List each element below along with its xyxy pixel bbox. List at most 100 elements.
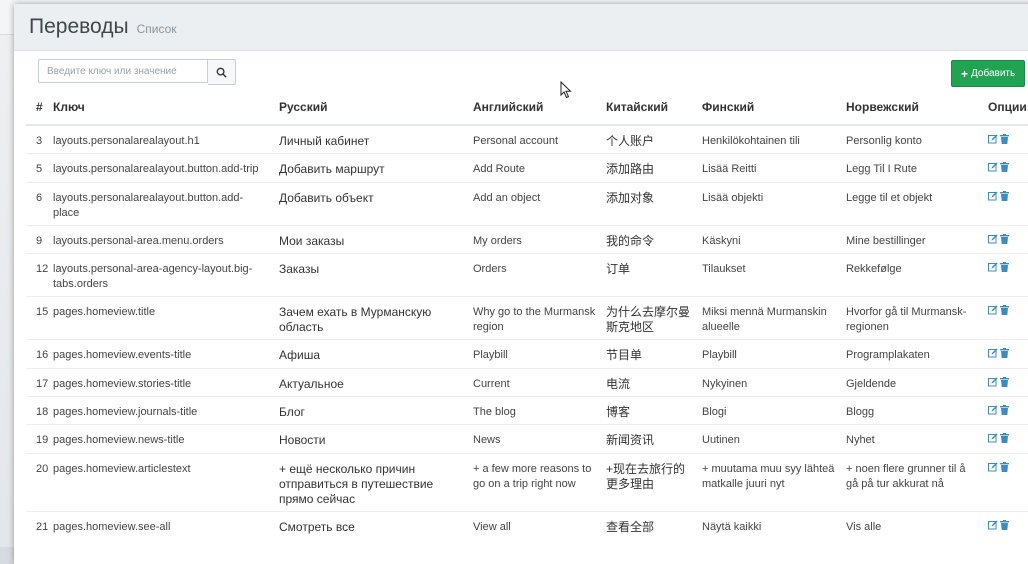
cell-ru: Смотреть все [274, 510, 468, 540]
column-header-zh[interactable]: Китайский [601, 90, 697, 126]
cell-en: Why go to the Murmansk region [468, 296, 601, 340]
cell-options [983, 367, 1028, 397]
edit-icon[interactable] [988, 162, 998, 177]
cell-key: layouts.personalarealayout.button.add-pl… [48, 181, 274, 226]
table-row: 6 layouts.personalarealayout.button.add-p… [26, 181, 1028, 226]
cell-no: Hvorfor gå til Murmansk-regionen [841, 296, 983, 340]
cell-en: Current [468, 367, 601, 397]
table-header-row: # Ключ Русский Английский Китайский Финс… [26, 90, 1028, 126]
cell-no: Vis alle [841, 510, 983, 540]
cell-num: 18 [26, 396, 48, 425]
cell-fi: Näytä kaikki [697, 510, 841, 540]
cell-ru: Блог [274, 396, 468, 425]
table-row: 15 pages.homeview.title Зачем ехать в Мурм… [26, 296, 1028, 340]
trash-icon[interactable] [1000, 348, 1009, 363]
cell-no: Legge til et objekt [841, 181, 983, 226]
cell-options [983, 424, 1028, 454]
table-row: 9 layouts.personal-area.menu.orders Мои за… [26, 224, 1028, 254]
search-input[interactable] [38, 59, 208, 83]
table-row: 18 pages.homeview.journals-title Блог The b… [26, 396, 1028, 425]
add-button[interactable]: + Добавить [951, 60, 1026, 87]
cell-ru: Заказы [274, 253, 468, 297]
edit-icon[interactable] [988, 348, 998, 363]
cell-options [983, 224, 1028, 254]
cell-key: layouts.personalarealayout.h1 [48, 124, 274, 154]
cell-zh: +现在去旅行的更多理由 [601, 452, 697, 512]
cell-options [983, 339, 1028, 369]
cell-zh: 添加路由 [601, 153, 697, 183]
cell-fi: Playbill [697, 339, 841, 369]
column-header-no[interactable]: Норвежский [841, 90, 983, 126]
edit-icon[interactable] [988, 262, 998, 277]
cell-options [983, 452, 1028, 512]
edit-icon[interactable] [988, 234, 998, 249]
edit-icon[interactable] [988, 405, 998, 420]
cell-zh: 电流 [601, 367, 697, 397]
column-header-fi[interactable]: Финский [697, 90, 841, 126]
trash-icon[interactable] [1000, 305, 1009, 320]
search-button[interactable] [208, 59, 236, 85]
trash-icon[interactable] [1000, 405, 1009, 420]
trash-icon[interactable] [1000, 433, 1009, 448]
cell-no: + noen flere grunner til å gå på tur akk… [841, 452, 983, 512]
cell-fi: Lisää objekti [697, 181, 841, 226]
cell-en: Add Route [468, 153, 601, 183]
table-row: 12 layouts.personal-area-agency-layout.bi… [26, 253, 1028, 297]
cell-en: View all [468, 510, 601, 540]
edit-icon[interactable] [988, 305, 998, 320]
table-row: 17 pages.homeview.stories-title Актуальное… [26, 367, 1028, 397]
page-header: Переводы Список [14, 4, 1028, 51]
cell-fi: Tilaukset [697, 253, 841, 297]
edit-icon[interactable] [988, 433, 998, 448]
trash-icon[interactable] [1000, 461, 1009, 477]
trash-icon[interactable] [1000, 262, 1009, 277]
toolbar: + Добавить [14, 51, 1028, 99]
cell-no: Blogg [841, 396, 983, 425]
cell-options [983, 510, 1028, 540]
cell-ru: Новости [274, 424, 468, 454]
cell-zh: 新闻资讯 [601, 424, 697, 454]
trash-icon[interactable] [1000, 519, 1009, 535]
trash-icon[interactable] [1000, 376, 1009, 392]
cell-num: 9 [26, 224, 48, 254]
table-row: 21 pages.homeview.see-all Смотреть все View… [26, 510, 1028, 540]
trash-icon[interactable] [1000, 233, 1009, 249]
edit-icon[interactable] [988, 134, 998, 149]
cell-key: pages.homeview.news-title [48, 424, 274, 454]
cell-ru: + ещё несколько причин отправиться в пут… [274, 452, 468, 512]
edit-icon[interactable] [988, 462, 998, 477]
table-row: 16 pages.homeview.events-title Афиша Playbi… [26, 339, 1028, 369]
cell-fi: + muutama muu syy lähteä matkalle juuri … [697, 452, 841, 512]
cell-en: Orders [468, 253, 601, 297]
cell-zh: 个人账户 [601, 124, 697, 154]
column-header-key[interactable]: Ключ [48, 90, 274, 126]
cell-options [983, 296, 1028, 340]
column-header-num: # [26, 90, 48, 126]
cell-num: 5 [26, 153, 48, 183]
cell-ru: Личный кабинет [274, 124, 468, 154]
edit-icon[interactable] [988, 377, 998, 392]
cell-en: + a few more reasons to go on a trip rig… [468, 452, 601, 512]
cell-ru: Актуальное [274, 367, 468, 397]
cell-key: pages.homeview.articlestext [48, 452, 274, 512]
cell-num: 17 [26, 367, 48, 397]
translations-table: # Ключ Русский Английский Китайский Финс… [26, 90, 1028, 540]
column-header-en[interactable]: Английский [468, 90, 601, 126]
edit-icon[interactable] [988, 191, 998, 206]
trash-icon[interactable] [1000, 190, 1009, 206]
cell-no: Personlig konto [841, 124, 983, 154]
edit-icon[interactable] [988, 520, 998, 535]
cell-fi: Blogi [697, 396, 841, 425]
trash-icon[interactable] [1000, 162, 1009, 177]
cell-key: pages.homeview.title [48, 296, 274, 340]
cell-zh: 节目单 [601, 339, 697, 369]
trash-icon[interactable] [1000, 134, 1009, 149]
search-box [38, 59, 236, 85]
cell-num: 19 [26, 424, 48, 454]
column-header-ru[interactable]: Русский [274, 90, 468, 126]
cell-key: pages.homeview.journals-title [48, 396, 274, 425]
cell-en: Playbill [468, 339, 601, 369]
cell-zh: 查看全部 [601, 510, 697, 540]
cell-fi: Käskyni [697, 224, 841, 254]
cell-options [983, 153, 1028, 183]
